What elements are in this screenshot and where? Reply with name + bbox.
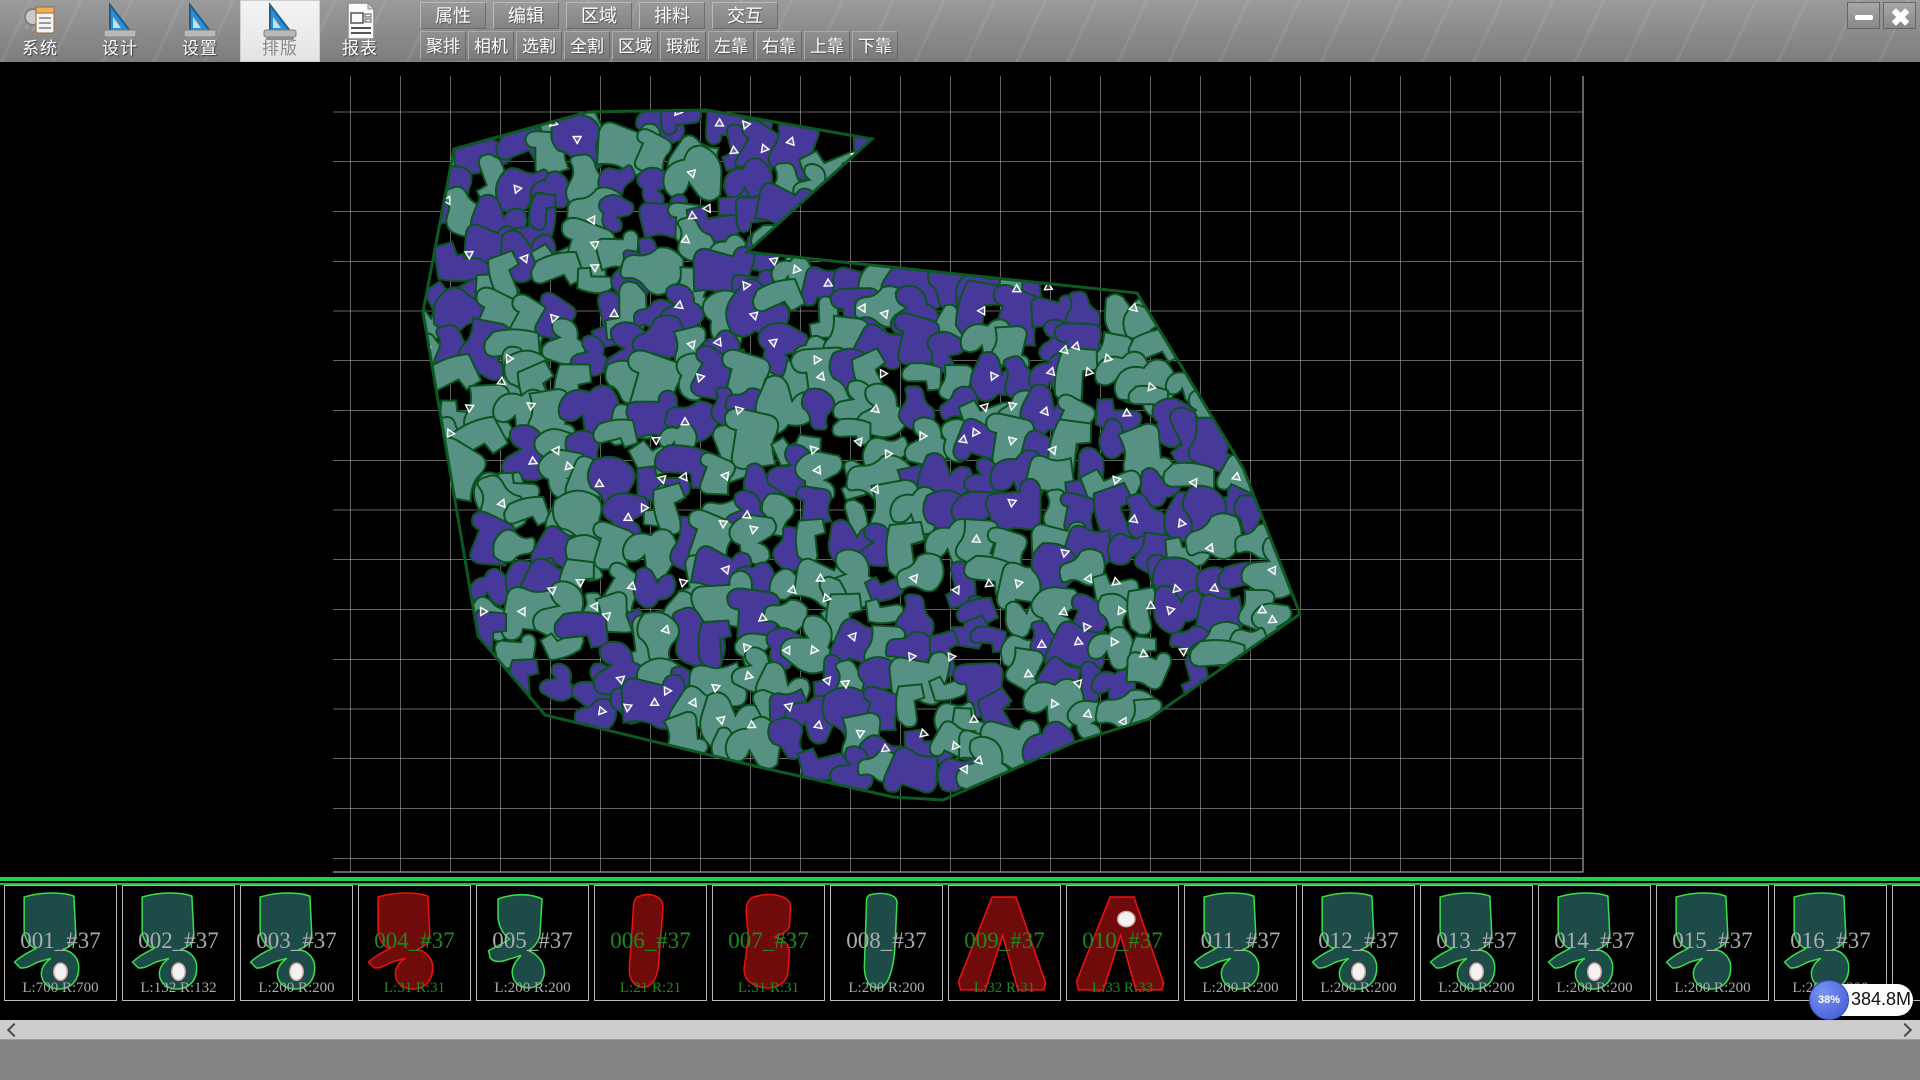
piece-thumbnail-13[interactable]: 013_#37 L:200 R:200 [1420,885,1533,1001]
tool-button-4[interactable]: 全割 [564,31,610,60]
piece-id-label: 015_#37 [1657,928,1768,954]
piece-id-label: 005_#37 [477,928,588,954]
piece-lr-count: L:200 R:200 [1539,980,1650,997]
piece-id-label: 003_#37 [241,928,352,954]
menu-bar: 属性编辑区域排料交互 [420,2,778,30]
app-tab-4[interactable]: 排版 [240,0,320,62]
app-tab-label: 系统 [0,34,80,59]
minimize-icon [1855,15,1873,20]
scroll-right-icon [1898,1023,1912,1037]
app-tab-label: 设置 [160,34,240,59]
piece-lr-count: L:200 R:200 [1303,980,1414,997]
app-tab-strip: 系统设计设置排版报表 [0,0,402,62]
app-tab-2[interactable]: 设计 [80,0,160,62]
status-bar [0,1039,1920,1080]
separator-line [0,877,1920,881]
piece-id-label: 007_#37 [713,928,824,954]
piece-thumbnail-3[interactable]: 003_#37 L:200 R:200 [240,885,353,1001]
tool-button-10[interactable]: 下靠 [852,31,898,60]
piece-id-label: 014_#37 [1539,928,1650,954]
menu-button-4[interactable]: 排料 [639,2,705,29]
piece-id-label: 013_#37 [1421,928,1532,954]
app-tab-5[interactable]: 报表 [320,0,400,62]
toolbar: 聚排相机选割全割区域瑕疵左靠右靠上靠下靠 [420,31,898,61]
piece-thumbnail-11[interactable]: 011_#37 L:200 R:200 [1184,885,1297,1001]
app-tab-1[interactable]: 系统 [0,0,80,62]
piece-lr-count: L:200 R:200 [1657,980,1768,997]
tool-button-9[interactable]: 上靠 [804,31,850,60]
piece-thumbnail-4[interactable]: 004_#37 L:31 R:31 [358,885,471,1001]
piece-thumbnail-9[interactable]: 009_#37 L:32 R:31 [948,885,1061,1001]
piece-thumbnail-1[interactable]: 001_#37 L:700 R:700 [4,885,117,1001]
tool-button-1[interactable]: 聚排 [420,31,466,60]
piece-id-label: 008_#37 [831,928,942,954]
menu-button-3[interactable]: 区域 [566,2,632,29]
app-header: 系统设计设置排版报表 属性编辑区域排料交互 聚排相机选割全割区域瑕疵左靠右靠上靠… [0,0,1920,62]
tool-button-2[interactable]: 相机 [468,31,514,60]
piece-thumbnail-5[interactable]: 005_#37 L:200 R:200 [476,885,589,1001]
tool-button-3[interactable]: 选割 [516,31,562,60]
close-button[interactable] [1883,2,1916,29]
app-tab-label: 排版 [240,34,320,59]
app-tab-label: 设计 [80,34,160,59]
piece-lr-count: L:132 R:132 [123,980,234,997]
piece-thumbnail-2[interactable]: 002_#37 L:132 R:132 [122,885,235,1001]
memory-badge[interactable]: 38% 384.8M [1813,984,1913,1016]
nesting-canvas[interactable] [0,62,1920,876]
piece-lr-count: L:33 R:33 [1067,980,1178,997]
minimize-button[interactable] [1847,2,1880,29]
memory-percent: 38% [1809,980,1849,1020]
piece-lr-count: L:200 R:200 [1421,980,1532,997]
piece-lr-count: L:31 R:31 [359,980,470,997]
piece-lr-count: L:200 R:200 [241,980,352,997]
piece-thumbnail-strip: 001_#37 L:700 R:700 002_#37 L:132 R:132 003_… [0,885,1920,1001]
piece-thumbnail-12[interactable]: 012_#37 L:200 R:200 [1302,885,1415,1001]
piece-thumbnail-8[interactable]: 008_#37 L:200 R:200 [830,885,943,1001]
piece-id-label: 011_#37 [1185,928,1296,954]
piece-thumbnail-7[interactable]: 007_#37 L:31 R:31 [712,885,825,1001]
piece-lr-count: L:200 R:200 [831,980,942,997]
piece-lr-count: L:31 R:31 [713,980,824,997]
piece-id-label: 012_#37 [1303,928,1414,954]
tool-button-8[interactable]: 右靠 [756,31,802,60]
piece-id-label: 006_#37 [595,928,706,954]
piece-thumbnail-14[interactable]: 014_#37 L:200 R:200 [1538,885,1651,1001]
app-tab-3[interactable]: 设置 [160,0,240,62]
app-tab-label: 报表 [320,34,400,59]
piece-id-label: 004_#37 [359,928,470,954]
memory-value: 384.8M [1851,989,1911,1010]
scroll-right-button[interactable] [1896,1020,1920,1039]
piece-id-label: 002_#37 [123,928,234,954]
tool-button-7[interactable]: 左靠 [708,31,754,60]
application-window: 系统设计设置排版报表 属性编辑区域排料交互 聚排相机选割全割区域瑕疵左靠右靠上靠… [0,0,1920,1080]
piece-lr-count: L:200 R:200 [1185,980,1296,997]
piece-lr-count: L:200 R:200 [477,980,588,997]
piece-thumbnail-6[interactable]: 006_#37 L:21 R:21 [594,885,707,1001]
nesting-canvas-svg [0,62,1920,876]
menu-button-2[interactable]: 编辑 [493,2,559,29]
menu-button-5[interactable]: 交互 [712,2,778,29]
piece-thumbnail-10[interactable]: 010_#37 L:33 R:33 [1066,885,1179,1001]
tool-button-6[interactable]: 瑕疵 [660,31,706,60]
window-controls [1847,2,1916,29]
piece-thumbnail-15[interactable]: 015_#37 L:200 R:200 [1656,885,1769,1001]
tool-button-5[interactable]: 区域 [612,31,658,60]
piece-lr-count: L:32 R:31 [949,980,1060,997]
piece-lr-count: L:21 R:21 [595,980,706,997]
piece-id-label: 010_#37 [1067,928,1178,954]
piece-lr-count: L:700 R:700 [5,980,116,997]
piece-id-label: 001_#37 [5,928,116,954]
thumbnail-scrollbar[interactable] [0,1020,1920,1039]
piece-id-label: 0 [1893,928,1920,954]
scroll-left-icon [7,1023,21,1037]
scroll-left-button[interactable] [0,1020,24,1039]
menu-button-1[interactable]: 属性 [420,2,486,29]
piece-id-label: 009_#37 [949,928,1060,954]
piece-id-label: 016_#37 [1775,928,1886,954]
